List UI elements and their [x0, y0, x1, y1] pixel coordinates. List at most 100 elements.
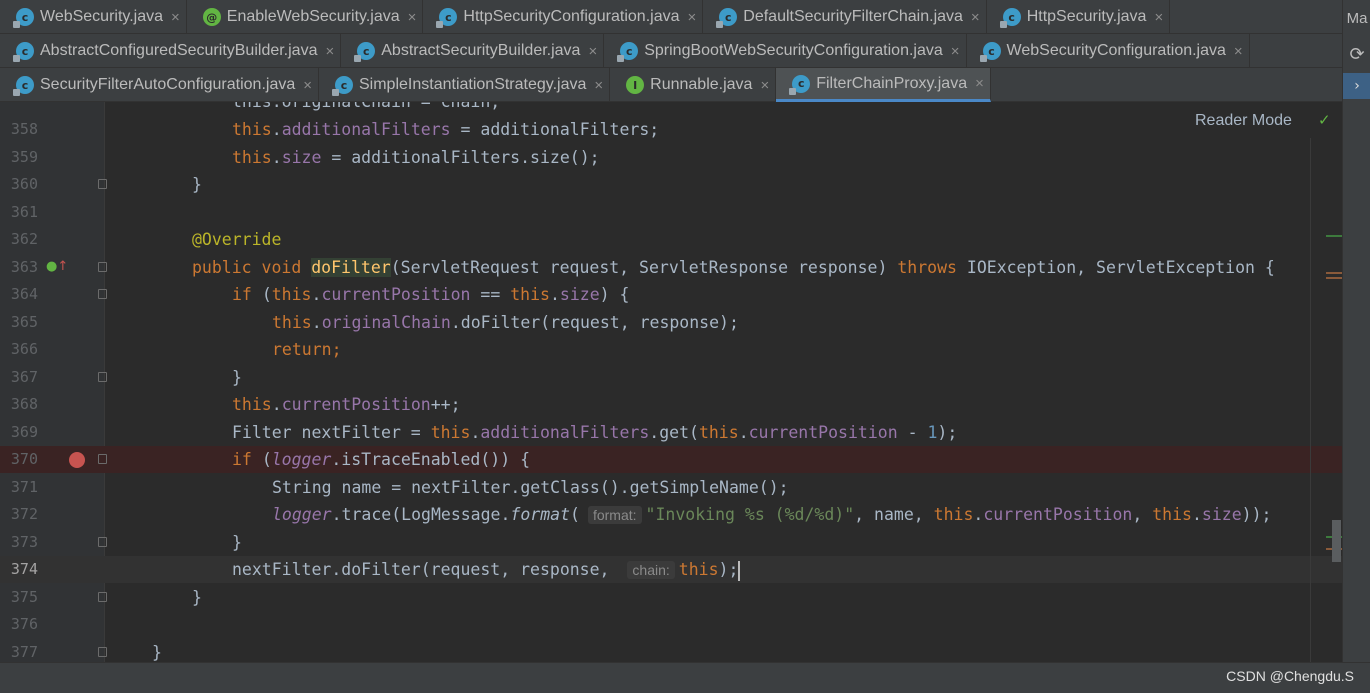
- close-icon[interactable]: ×: [760, 77, 769, 94]
- code-token: .: [549, 285, 560, 304]
- code-text: Filter nextFilter = this.additionalFilte…: [232, 419, 957, 446]
- code-token: nextFilter.doFilter(request, response,: [232, 560, 620, 579]
- code-token: .: [271, 120, 282, 139]
- close-icon[interactable]: ×: [171, 9, 180, 26]
- fold-marker-icon[interactable]: [98, 536, 107, 547]
- close-icon[interactable]: ×: [594, 77, 603, 94]
- java-class-icon: c: [436, 8, 458, 28]
- java-class-icon: c: [13, 42, 34, 62]
- breakpoint-icon[interactable]: [69, 452, 85, 468]
- tab-row3-1[interactable]: c SimpleInstantiationStrategy.java ×: [319, 68, 611, 102]
- close-icon[interactable]: ×: [1154, 9, 1163, 26]
- fold-marker-icon[interactable]: [98, 371, 107, 382]
- close-icon[interactable]: ×: [325, 43, 334, 60]
- code-line[interactable]: 376: [0, 611, 1342, 638]
- code-token: ++;: [430, 395, 461, 414]
- fold-marker-icon[interactable]: [98, 454, 107, 464]
- tab-row3-3[interactable]: c FilterChainProxy.java ×: [776, 68, 991, 102]
- java-interface-icon: I: [626, 76, 645, 94]
- tab-row-1: c WebSecurity.java × @ EnableWebSecurity.jav…: [0, 0, 1342, 34]
- code-token: .: [271, 395, 282, 414]
- code-line[interactable]: 368 this.currentPosition++;: [0, 391, 1342, 418]
- tab-label: WebSecurity.java: [40, 8, 164, 25]
- line-number: 366: [10, 340, 38, 358]
- code-line[interactable]: 359 this.size = additionalFilters.size();: [0, 144, 1342, 171]
- code-line[interactable]: 366 return;: [0, 336, 1342, 363]
- code-token: @Override: [192, 230, 282, 249]
- close-icon[interactable]: ×: [303, 77, 312, 94]
- code-editor[interactable]: this.originalChain = chain; 358this.addi…: [0, 102, 1342, 662]
- code-token: .get(: [649, 422, 699, 442]
- code-line[interactable]: 370 if (logger.isTraceEnabled()) {: [0, 446, 1342, 473]
- close-icon[interactable]: ×: [1234, 43, 1243, 60]
- tab-row2-2[interactable]: c SpringBootWebSecurityConfiguration.java…: [604, 34, 967, 68]
- reader-mode-button[interactable]: Reader Mode: [1195, 112, 1292, 130]
- tab-row3-2[interactable]: I Runnable.java ×: [610, 68, 777, 102]
- code-line[interactable]: 360}: [0, 171, 1342, 198]
- code-token: public void: [192, 257, 312, 277]
- fold-marker-icon[interactable]: [98, 261, 107, 272]
- close-icon[interactable]: ×: [408, 9, 417, 26]
- code-line[interactable]: 365 this.originalChain.doFilter(request, …: [0, 309, 1342, 336]
- inspection-ok-icon[interactable]: ✓: [1318, 111, 1331, 129]
- code-line[interactable]: 372 logger.trace(LogMessage.format(format…: [0, 501, 1342, 528]
- tab-row1-1[interactable]: @ EnableWebSecurity.java ×: [187, 0, 424, 34]
- code-text: return;: [272, 336, 342, 363]
- close-icon[interactable]: ×: [975, 75, 984, 92]
- line-number: 367: [10, 367, 38, 386]
- expand-icon[interactable]: ›: [1343, 73, 1370, 99]
- code-text: this.originalChain.doFilter(request, res…: [272, 309, 739, 336]
- line-number: 364: [10, 285, 38, 303]
- tab-row1-2[interactable]: c HttpSecurityConfiguration.java ×: [423, 0, 704, 34]
- code-token: (ServletRequest request, ServletResponse…: [390, 257, 898, 277]
- tab-row1-4[interactable]: c HttpSecurity.java ×: [987, 0, 1171, 34]
- tab-row1-0[interactable]: c WebSecurity.java ×: [0, 0, 187, 34]
- fold-marker-icon[interactable]: [98, 179, 107, 189]
- code-token: = additionalFilters;: [450, 120, 660, 139]
- code-token: }: [152, 642, 162, 662]
- code-line[interactable]: 361: [0, 199, 1342, 226]
- line-number: 377: [10, 642, 38, 661]
- code-line[interactable]: 377}: [0, 639, 1342, 663]
- code-text: }: [152, 639, 162, 663]
- code-text: if (this.currentPosition == this.size) {: [232, 281, 629, 308]
- code-line[interactable]: 369 Filter nextFilter = this.additionalFi…: [0, 419, 1342, 446]
- code-text: }: [232, 364, 242, 391]
- right-tool-label[interactable]: Ma: [1343, 10, 1370, 27]
- code-token: "Invoking %s (%d/%d)": [645, 505, 855, 524]
- code-line[interactable]: 364 if (this.currentPosition == this.size…: [0, 281, 1342, 308]
- fold-marker-icon[interactable]: [98, 289, 107, 299]
- code-text: public void doFilter(ServletRequest requ…: [192, 254, 1275, 281]
- java-class-icon: c: [617, 42, 639, 62]
- fold-marker-icon[interactable]: [98, 591, 107, 602]
- parameter-hint: format:: [587, 506, 642, 524]
- tab-row2-3[interactable]: c WebSecurityConfiguration.java ×: [967, 34, 1250, 68]
- code-line[interactable]: 358 this.additionalFilters = additionalFi…: [0, 116, 1342, 143]
- code-token: throws: [897, 257, 967, 277]
- tab-row2-0[interactable]: c AbstractConfiguredSecurityBuilder.java ×: [0, 34, 342, 68]
- override-icon[interactable]: ●↑: [46, 259, 68, 274]
- close-icon[interactable]: ×: [588, 43, 597, 60]
- fold-marker-icon[interactable]: [98, 646, 107, 657]
- code-line[interactable]: 371 String name = nextFilter.getClass().g…: [0, 474, 1342, 501]
- code-line[interactable]: 375}: [0, 584, 1342, 611]
- code-text: logger.trace(LogMessage.format(format: "I…: [272, 501, 1271, 529]
- scrollbar-thumb[interactable]: [1332, 520, 1341, 562]
- code-line[interactable]: 374 nextFilter.doFilter(request, response…: [0, 556, 1342, 583]
- close-icon[interactable]: ×: [688, 9, 697, 26]
- code-line[interactable]: 373}: [0, 529, 1342, 556]
- code-token: this: [933, 505, 974, 524]
- tab-label: SimpleInstantiationStrategy.java: [359, 76, 587, 93]
- code-line[interactable]: 362 @Override: [0, 226, 1342, 253]
- tab-row3-0[interactable]: c SecurityFilterAutoConfiguration.java ×: [0, 68, 319, 102]
- tab-row1-3[interactable]: c DefaultSecurityFilterChain.java ×: [703, 0, 987, 34]
- close-icon[interactable]: ×: [971, 9, 980, 26]
- close-icon[interactable]: ×: [951, 43, 960, 60]
- code-line[interactable]: 363 ●↑ public void doFilter(ServletRequest…: [0, 254, 1342, 281]
- tab-row2-1[interactable]: c AbstractSecurityBuilder.java ×: [341, 34, 605, 68]
- code-token: additionalFilters: [281, 120, 451, 139]
- code-token: (: [261, 285, 272, 304]
- code-line[interactable]: 367}: [0, 364, 1342, 391]
- refresh-icon[interactable]: ⟳: [1343, 44, 1370, 65]
- tab-label: SpringBootWebSecurityConfiguration.java: [644, 42, 943, 59]
